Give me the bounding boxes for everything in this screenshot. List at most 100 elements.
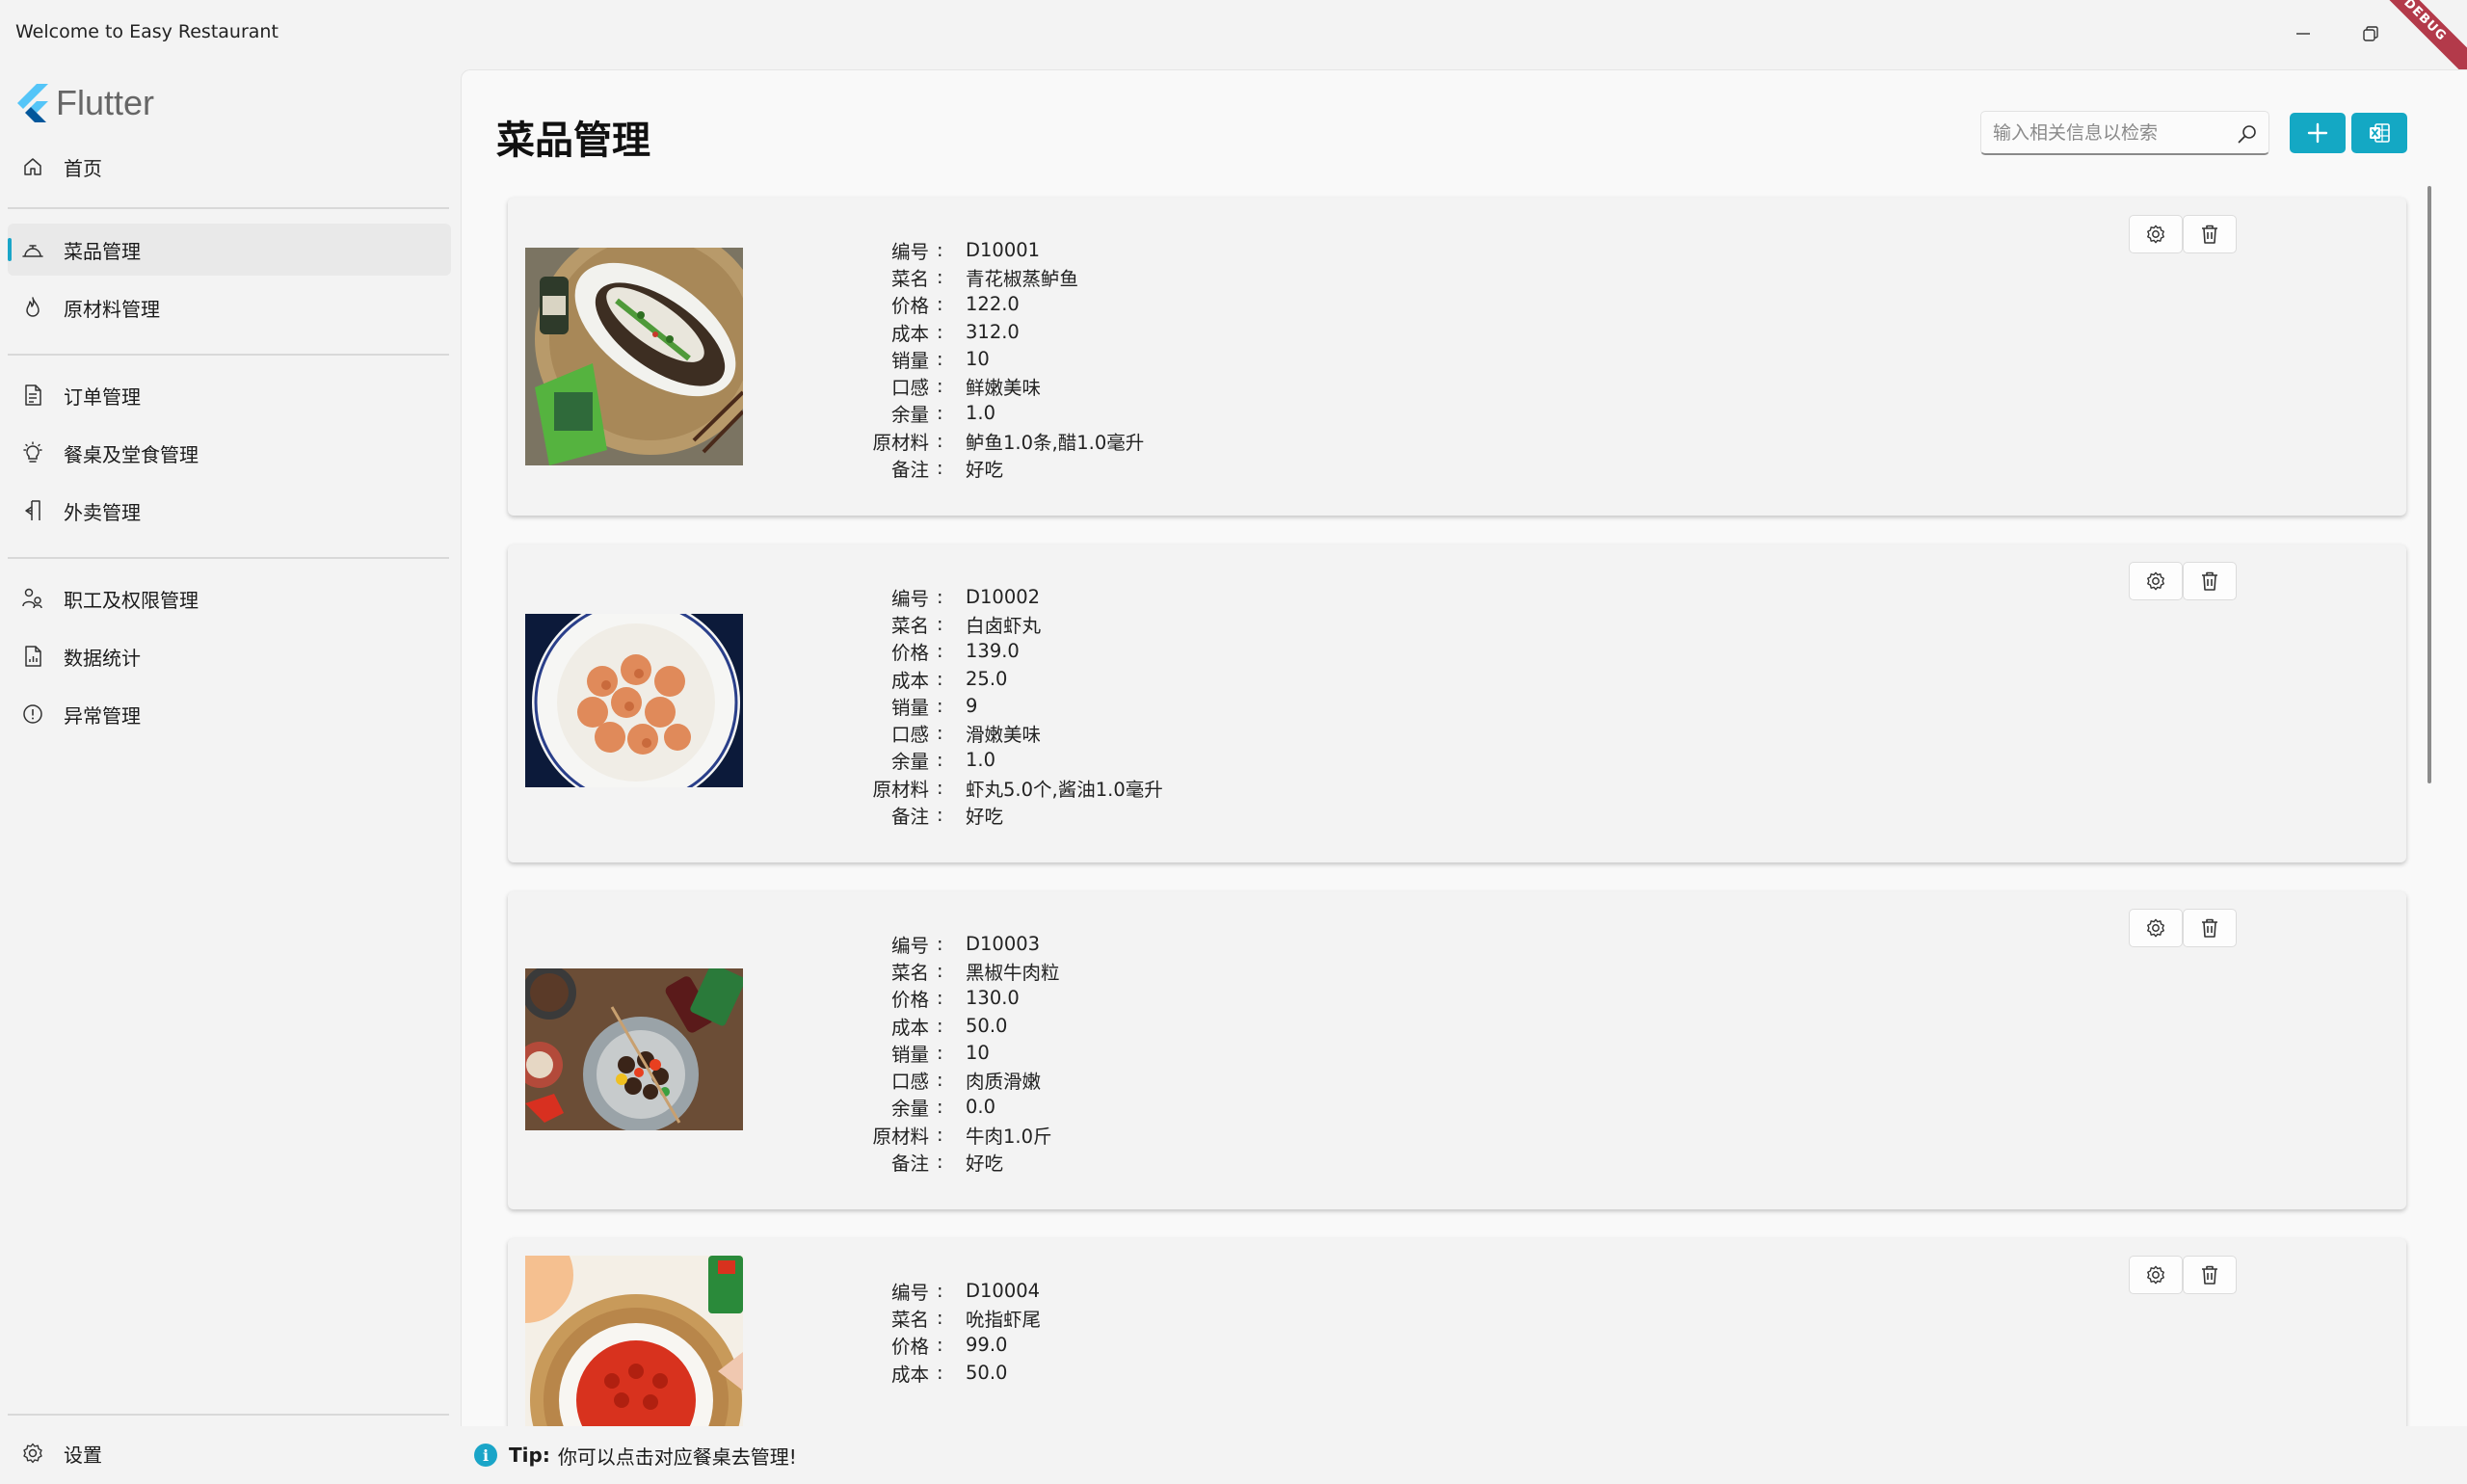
field-cost: 成本:50.0 — [890, 1361, 1008, 1386]
field-materials: 原材料: 鲈鱼1.0条,醋1.0毫升 — [872, 429, 1145, 454]
home-icon — [19, 153, 46, 180]
search-box[interactable] — [1980, 111, 2269, 155]
dish-fields: 编号: D10004 菜名: 吮指虾尾 价格:99.0 成本:50.0 — [850, 1277, 1041, 1386]
dish-photo — [525, 968, 743, 1130]
people-icon — [19, 585, 46, 612]
search-input[interactable] — [1993, 112, 2224, 154]
alert-icon — [19, 701, 46, 728]
field-taste: 口感: 滑嫩美味 — [890, 722, 1042, 747]
edit-button[interactable] — [2129, 1256, 2183, 1294]
field-stock: 余量:0.0 — [890, 1096, 996, 1121]
gear-icon — [2147, 918, 2164, 938]
edit-button[interactable] — [2129, 215, 2183, 253]
logo-text: Flutter — [56, 83, 155, 122]
sidebar-item-label: 原材料管理 — [64, 297, 160, 321]
minimize-icon — [2296, 33, 2310, 35]
dish-card[interactable]: 编号: D10004 菜名: 吮指虾尾 价格:99.0 成本:50.0 — [508, 1238, 2406, 1426]
sidebar: Flutter 首页 菜品管理 原材料管理 订单管理 餐桌及堂食管理 外卖管理 … — [0, 69, 461, 1484]
sidebar-item-label: 设置 — [64, 1443, 102, 1467]
gear-icon — [2147, 571, 2164, 591]
sidebar-item-home[interactable]: 首页 — [8, 141, 451, 193]
dish-fields: 编号: D10002 菜名: 白卤虾丸 价格:139.0 成本:25.0 销量:9 … — [850, 583, 1163, 829]
tip-bar: i Tip: 你可以点击对应餐桌去管理! — [461, 1426, 2467, 1484]
plus-icon — [2307, 122, 2328, 144]
sidebar-item-staff[interactable]: 职工及权限管理 — [8, 572, 451, 624]
sidebar-item-label: 异常管理 — [64, 703, 141, 728]
field-note: 备注: 好吃 — [890, 457, 1004, 482]
sidebar-item-label: 外卖管理 — [64, 500, 141, 524]
main-content: 菜品管理 输入相关信息以检索 编号: D10001 菜名: 青花椒蒸鲈鱼 价… — [461, 69, 2467, 1426]
flutter-logo: Flutter — [17, 83, 154, 123]
edit-button[interactable] — [2129, 909, 2183, 947]
field-id: 编号: D10001 — [890, 238, 1041, 263]
info-icon: i — [474, 1444, 497, 1467]
delete-button[interactable] — [2183, 562, 2237, 600]
minimize-button[interactable] — [2274, 13, 2332, 54]
trash-icon — [2202, 1265, 2217, 1285]
field-price: 价格:122.0 — [890, 293, 1020, 318]
restore-button[interactable] — [2342, 13, 2400, 54]
delete-button[interactable] — [2183, 1256, 2237, 1294]
tip-text: 你可以点击对应餐桌去管理! — [557, 1444, 797, 1469]
sidebar-item-label: 餐桌及堂食管理 — [64, 442, 199, 466]
delete-button[interactable] — [2183, 215, 2237, 253]
trash-icon — [2202, 918, 2217, 938]
field-name: 菜名: 白卤虾丸 — [890, 612, 1042, 637]
active-indicator — [8, 238, 12, 261]
excel-icon — [2370, 123, 2390, 143]
sidebar-item-label: 菜品管理 — [64, 239, 141, 263]
scrollbar-thumb[interactable] — [2427, 186, 2431, 783]
tip-label: Tip: — [509, 1444, 550, 1467]
sidebar-item-exceptions[interactable]: 异常管理 — [8, 688, 451, 740]
sidebar-item-tables[interactable]: 餐桌及堂食管理 — [8, 427, 451, 479]
export-excel-button[interactable] — [2351, 113, 2407, 153]
flutter-logo-icon — [17, 84, 48, 122]
sidebar-item-label: 订单管理 — [64, 384, 141, 409]
field-sales: 销量:10 — [890, 1041, 990, 1066]
search-icon[interactable] — [2236, 122, 2259, 149]
field-note: 备注: 好吃 — [890, 1151, 1004, 1176]
sidebar-item-dishes[interactable]: 菜品管理 — [8, 224, 451, 276]
field-stock: 余量:1.0 — [890, 402, 996, 427]
field-price: 价格:130.0 — [890, 987, 1020, 1012]
chart-document-icon — [19, 643, 46, 670]
sidebar-item-orders[interactable]: 订单管理 — [8, 369, 451, 421]
gear-icon — [2147, 1265, 2164, 1285]
sidebar-item-materials[interactable]: 原材料管理 — [8, 281, 451, 333]
dish-card[interactable]: 编号: D10003 菜名: 黑椒牛肉粒 价格:130.0 成本:50.0 销量:1… — [508, 891, 2406, 1209]
sidebar-item-label: 首页 — [64, 156, 102, 180]
edit-button[interactable] — [2129, 562, 2183, 600]
field-name: 菜名: 吮指虾尾 — [890, 1306, 1042, 1331]
title-bar: Welcome to Easy Restaurant DEBUG — [0, 0, 2467, 90]
sidebar-item-settings[interactable]: 设置 — [8, 1427, 451, 1479]
field-stock: 余量:1.0 — [890, 749, 996, 774]
document-icon — [19, 382, 46, 409]
field-materials: 原材料: 虾丸5.0个,酱油1.0毫升 — [872, 776, 1163, 801]
restore-icon — [2363, 26, 2378, 41]
dish-card[interactable]: 编号: D10001 菜名: 青花椒蒸鲈鱼 价格:122.0 成本:312.0 销量… — [508, 198, 2406, 516]
dish-photo — [525, 248, 743, 465]
dish-fields: 编号: D10001 菜名: 青花椒蒸鲈鱼 价格:122.0 成本:312.0 销量… — [850, 236, 1144, 482]
field-sales: 销量:9 — [890, 694, 978, 719]
sidebar-divider — [8, 207, 449, 209]
field-cost: 成本:312.0 — [890, 320, 1020, 345]
sidebar-item-statistics[interactable]: 数据统计 — [8, 630, 451, 682]
add-dish-button[interactable] — [2290, 113, 2346, 153]
sidebar-divider — [8, 1414, 449, 1416]
field-name: 菜名: 黑椒牛肉粒 — [890, 959, 1060, 984]
sidebar-item-takeout[interactable]: 外卖管理 — [8, 485, 451, 537]
field-cost: 成本:50.0 — [890, 1014, 1008, 1039]
delete-button[interactable] — [2183, 909, 2237, 947]
field-id: 编号: D10004 — [890, 1279, 1041, 1304]
field-materials: 原材料: 牛肉1.0斤 — [872, 1123, 1052, 1148]
sidebar-divider — [8, 557, 449, 559]
field-taste: 口感: 肉质滑嫩 — [890, 1069, 1042, 1094]
lightbulb-icon — [19, 439, 46, 466]
field-price: 价格:139.0 — [890, 640, 1020, 665]
dish-card[interactable]: 编号: D10002 菜名: 白卤虾丸 价格:139.0 成本:25.0 销量:9 … — [508, 544, 2406, 862]
sidebar-item-label: 数据统计 — [64, 646, 141, 670]
field-name: 菜名: 青花椒蒸鲈鱼 — [890, 265, 1079, 290]
dish-photo — [525, 614, 743, 787]
trash-icon — [2202, 225, 2217, 244]
field-id: 编号: D10003 — [890, 932, 1041, 957]
